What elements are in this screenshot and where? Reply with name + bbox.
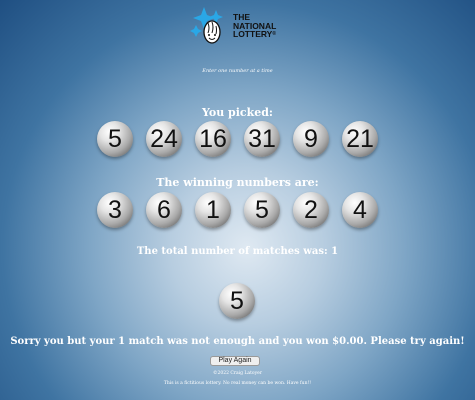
- picked-ball: 24: [146, 121, 182, 157]
- winning-ball: 3: [97, 192, 133, 228]
- logo-line-3: LOTTERY®: [233, 30, 276, 39]
- copyright-text: ©2022 Craig Latoyer: [213, 371, 262, 376]
- picked-ball: 9: [293, 121, 329, 157]
- picked-ball: 31: [244, 121, 280, 157]
- result-message: Sorry you but your 1 match was not enoug…: [10, 336, 465, 347]
- picked-numbers-row: 5 24 16 31 9 21: [0, 121, 475, 157]
- winning-ball: 5: [244, 192, 280, 228]
- matched-ball: 5: [219, 283, 255, 319]
- logo-line-3-text: LOTTERY: [233, 29, 273, 39]
- winning-numbers-row: 3 6 1 5 2 4: [0, 192, 475, 228]
- instruction-text: Enter one number at a time: [202, 68, 273, 74]
- crossed-fingers-icon: [190, 7, 223, 44]
- winning-ball: 6: [146, 192, 182, 228]
- picked-heading: You picked:: [201, 106, 273, 119]
- registered-mark: ®: [272, 31, 277, 37]
- national-lottery-logo: THE NATIONAL LOTTERY®: [188, 6, 288, 46]
- logo-wordmark: THE NATIONAL LOTTERY®: [233, 13, 276, 39]
- matches-heading: The total number of matches was: 1: [136, 246, 339, 257]
- winning-ball: 4: [342, 192, 378, 228]
- winning-ball: 1: [195, 192, 231, 228]
- winning-ball: 2: [293, 192, 329, 228]
- play-again-button[interactable]: Play Again: [210, 356, 260, 366]
- winning-heading: The winning numbers are:: [156, 176, 319, 189]
- disclaimer-text: This is a fictitious lottery. No real mo…: [163, 381, 312, 386]
- picked-ball: 5: [97, 121, 133, 157]
- picked-ball: 21: [342, 121, 378, 157]
- picked-ball: 16: [195, 121, 231, 157]
